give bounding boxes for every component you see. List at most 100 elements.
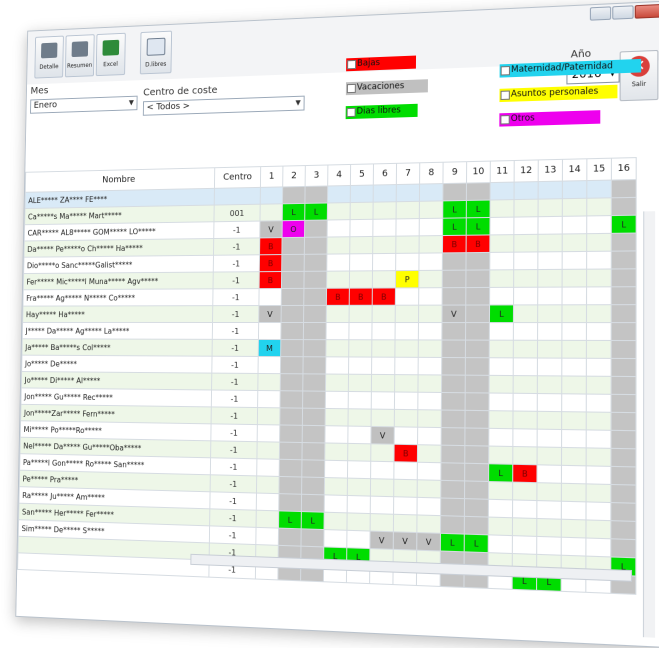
day-cell[interactable]: M [258, 339, 281, 357]
day-cell[interactable] [586, 180, 612, 199]
day-cell[interactable] [489, 217, 514, 235]
day-cell[interactable] [372, 218, 397, 237]
day-cell[interactable] [611, 179, 637, 198]
day-cell[interactable] [256, 493, 279, 511]
day-cell[interactable] [418, 339, 442, 358]
day-cell[interactable]: B [442, 235, 467, 253]
day-cell[interactable] [417, 392, 442, 411]
day-cell[interactable] [465, 375, 490, 393]
day-cell[interactable] [348, 356, 372, 375]
day-cell[interactable] [348, 374, 372, 392]
day-cell[interactable] [537, 216, 563, 235]
day-cell[interactable] [347, 478, 371, 497]
day-cell[interactable] [513, 251, 538, 270]
day-cell[interactable] [537, 322, 562, 341]
day-cell[interactable] [561, 375, 587, 395]
day-cell[interactable] [490, 182, 515, 201]
day-cell[interactable] [325, 408, 349, 427]
day-cell[interactable] [346, 530, 371, 549]
day-cell[interactable] [488, 410, 514, 429]
day-cell[interactable] [513, 216, 539, 235]
day-cell[interactable] [395, 322, 419, 340]
detalle-button[interactable]: Detalle [34, 35, 64, 79]
day-cell[interactable] [513, 199, 539, 218]
day-cell[interactable] [350, 202, 374, 220]
day-cell[interactable]: B [259, 254, 282, 272]
day-cell[interactable] [610, 484, 636, 504]
day-cell[interactable] [256, 510, 279, 529]
day-cell[interactable]: V [370, 426, 395, 445]
day-cell[interactable] [371, 322, 396, 340]
day-cell[interactable] [585, 519, 611, 539]
day-cell[interactable] [281, 237, 305, 255]
day-cell[interactable] [301, 494, 325, 513]
day-cell[interactable] [536, 464, 562, 484]
day-cell[interactable] [395, 287, 419, 306]
day-cell[interactable] [537, 287, 563, 305]
day-cell[interactable] [442, 183, 467, 201]
day-cell[interactable]: L [278, 510, 302, 529]
day-cell[interactable]: L [440, 533, 465, 552]
day-cell[interactable] [417, 462, 441, 481]
day-cell[interactable] [418, 322, 442, 340]
day-cell[interactable] [280, 339, 304, 357]
day-cell[interactable] [394, 357, 419, 375]
day-cell[interactable] [561, 519, 586, 538]
day-cell[interactable] [513, 357, 538, 376]
day-cell[interactable] [256, 441, 280, 460]
day-cell[interactable] [536, 482, 562, 502]
day-cell[interactable] [489, 234, 514, 253]
excel-button[interactable]: Excel [95, 32, 126, 77]
day-cell[interactable] [465, 392, 490, 411]
day-cell[interactable] [417, 444, 442, 463]
resumen-button[interactable]: Resumen [64, 34, 95, 78]
day-cell[interactable] [301, 442, 325, 461]
day-cell[interactable] [489, 340, 514, 358]
day-cell[interactable] [537, 429, 562, 448]
day-cell[interactable] [586, 358, 612, 377]
day-cell[interactable] [396, 201, 420, 219]
day-cell[interactable] [611, 322, 637, 341]
day-cell[interactable] [302, 408, 326, 426]
day-cell[interactable] [586, 340, 612, 359]
day-cell[interactable] [488, 481, 513, 500]
day-cell[interactable] [282, 186, 306, 204]
day-cell[interactable] [586, 215, 612, 234]
day-cell[interactable] [562, 251, 587, 270]
day-cell[interactable] [372, 201, 397, 220]
day-cell[interactable] [257, 407, 280, 425]
day-cell[interactable]: V [416, 532, 441, 551]
day-cell[interactable] [279, 424, 303, 443]
day-cell[interactable] [301, 476, 325, 495]
day-cell[interactable] [350, 185, 374, 203]
day-cell[interactable] [586, 286, 612, 305]
day-cell[interactable]: L [442, 217, 467, 236]
day-cell[interactable] [304, 220, 328, 238]
day-cell[interactable] [346, 512, 371, 532]
day-cell[interactable] [394, 426, 418, 445]
day-cell[interactable] [489, 375, 514, 394]
day-cell[interactable] [441, 374, 466, 393]
day-cell[interactable] [278, 528, 302, 547]
day-cell[interactable] [418, 252, 443, 271]
day-cell[interactable] [465, 357, 490, 376]
day-cell[interactable] [280, 373, 303, 391]
day-cell[interactable] [419, 200, 443, 219]
day-cell[interactable] [395, 218, 420, 237]
day-cell[interactable] [302, 373, 326, 392]
day-cell[interactable] [302, 390, 326, 409]
day-cell[interactable] [370, 478, 394, 497]
day-cell[interactable] [488, 428, 513, 447]
day-cell[interactable] [279, 390, 303, 409]
day-cell[interactable] [513, 304, 538, 323]
day-cell[interactable] [586, 197, 612, 216]
day-cell[interactable]: L [489, 304, 514, 323]
day-cell[interactable] [419, 218, 443, 236]
day-cell[interactable] [586, 447, 611, 467]
day-cell[interactable] [561, 465, 587, 484]
day-cell[interactable] [372, 253, 396, 271]
legend-dias-libres[interactable]: Dias libres [345, 103, 418, 120]
day-cell[interactable] [440, 462, 465, 481]
day-cell[interactable] [327, 219, 351, 238]
table-row[interactable]: J***** Da***** Ag***** La***** -1 [22, 322, 637, 341]
